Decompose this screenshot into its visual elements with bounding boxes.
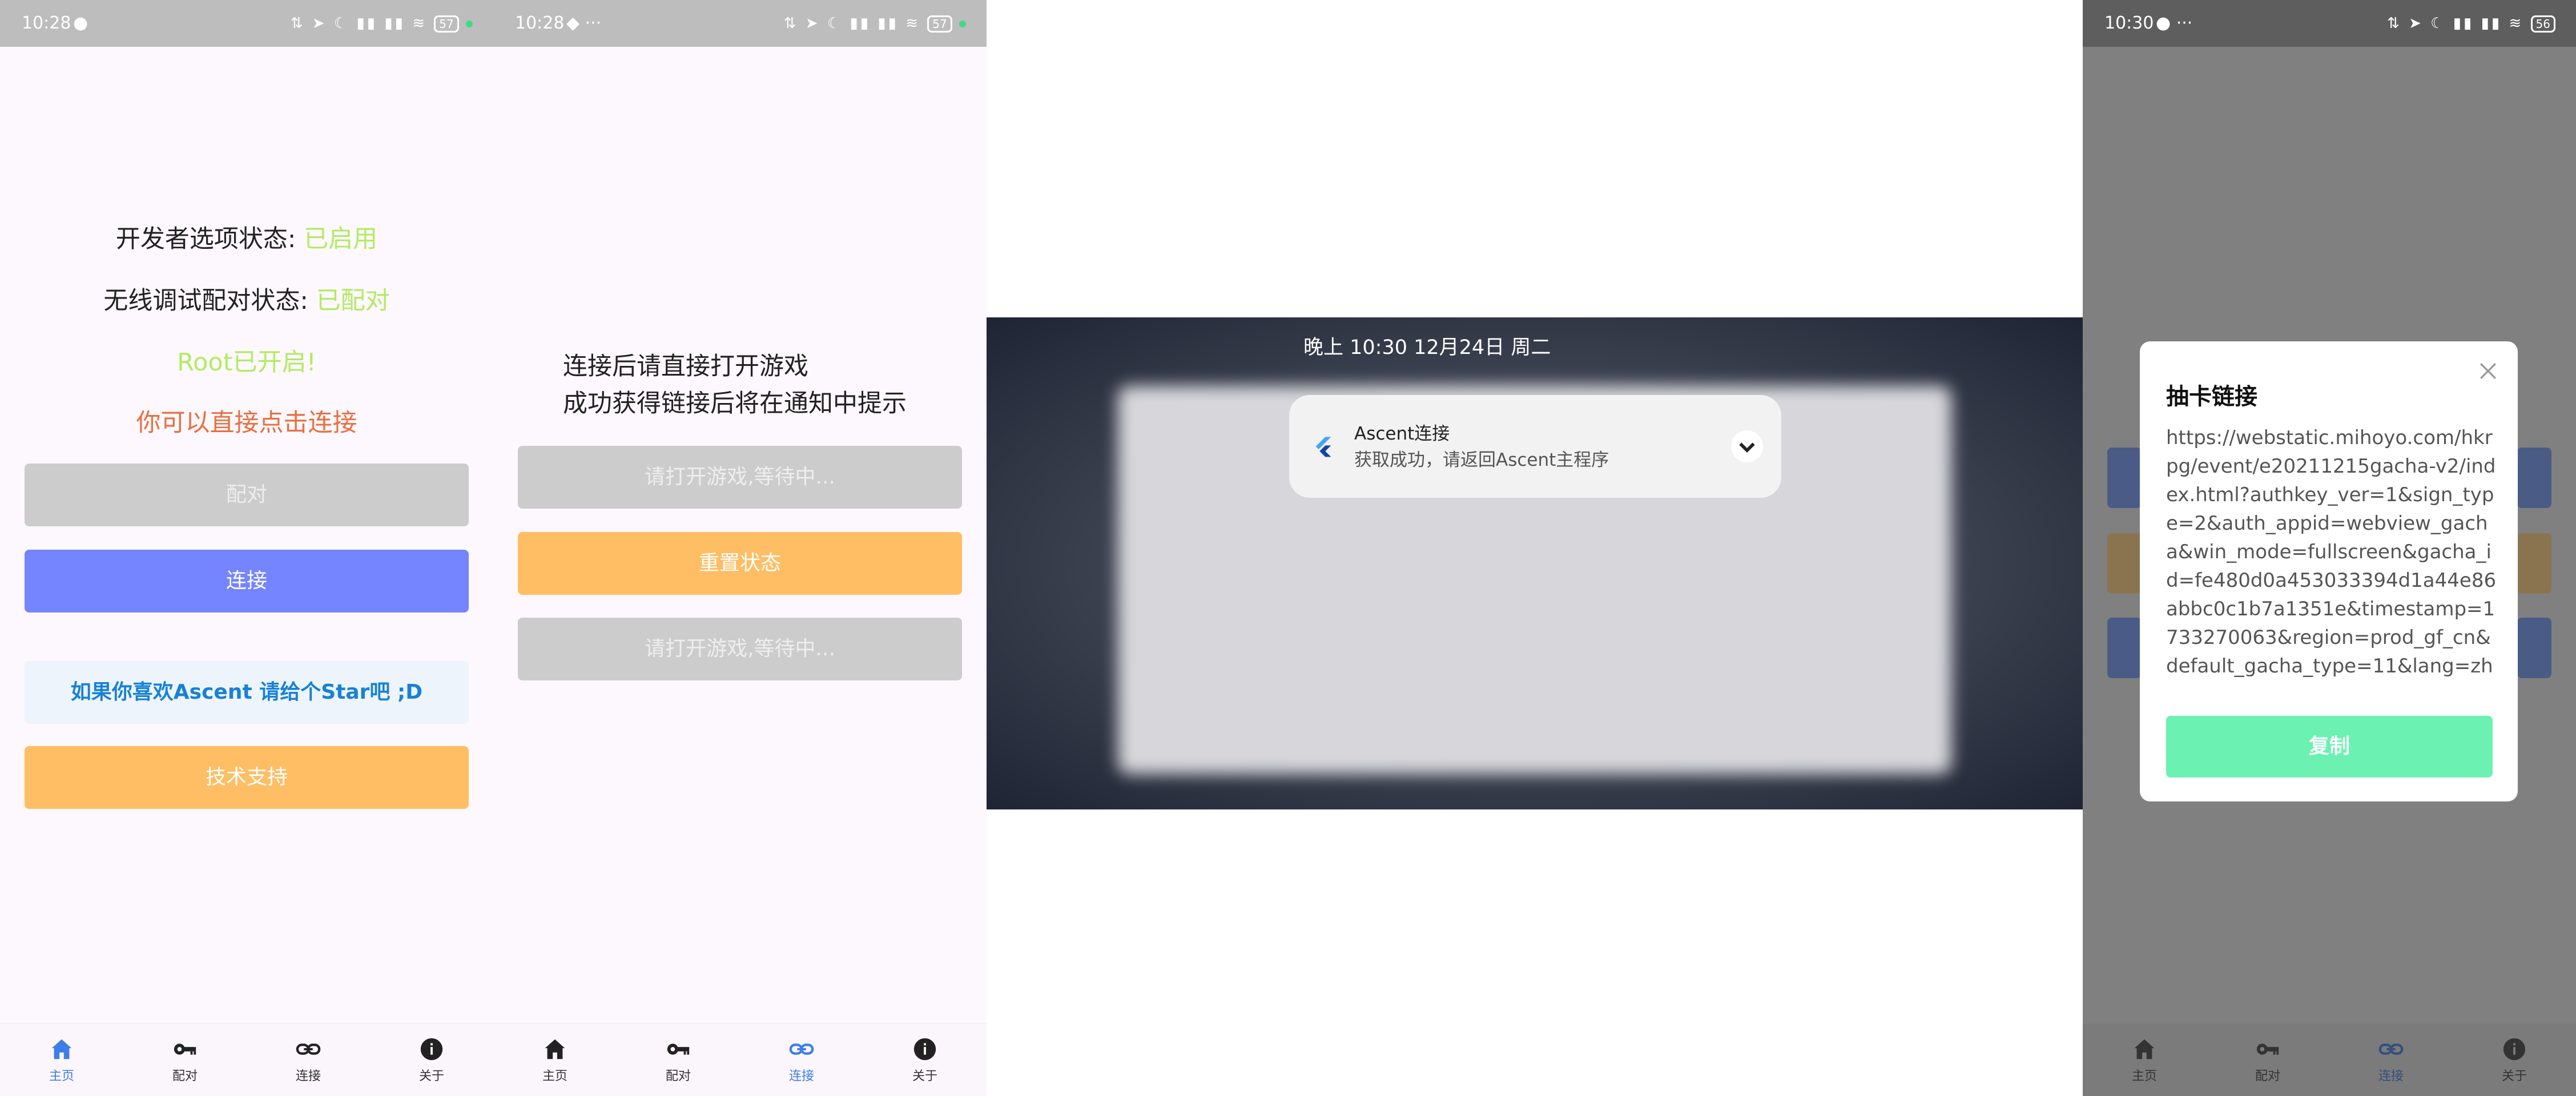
nav-pair-label: 配对 (665, 1069, 691, 1083)
copy-button[interactable]: 复制 (2166, 716, 2493, 777)
qq-icon: ● (73, 13, 88, 33)
status-bar: 10:28 ● ⇅ ➤ ☾ ▮▮ ▮▮ ≋ 57 (0, 0, 493, 47)
key-icon (174, 1043, 196, 1055)
connect-button[interactable]: 连接 (25, 550, 469, 613)
privacy-dot-icon (959, 20, 966, 27)
link-icon (296, 1043, 321, 1055)
link-icon (2378, 1043, 2404, 1055)
nav-pair[interactable]: 配对 (2206, 1024, 2329, 1096)
system-status-icons: ⇅ ➤ ☾ ▮▮ ▮▮ ≋ 57 (784, 0, 966, 47)
lockscreen: 晚上 10:30 12月24日 周二 Ascent连接 获取成功，请返回Asce… (987, 317, 2083, 809)
background-button (2517, 448, 2551, 508)
dev-options-value: 已启用 (304, 225, 378, 253)
wireless-value: 已配对 (316, 287, 390, 315)
nav-connect[interactable]: 连接 (2329, 1024, 2453, 1096)
lock-datetime: 晚上 10:30 12月24日 周二 (1303, 336, 1551, 359)
nav-connect[interactable]: 连接 (740, 1024, 863, 1096)
nav-about-label: 关于 (2501, 1069, 2527, 1083)
gacha-link-dialog: 抽卡链接 https://webstatic.mihoyo.com/hkrpg/… (2140, 341, 2518, 801)
dev-options-label: 开发者选项状态: (115, 225, 304, 253)
link-icon (789, 1043, 814, 1055)
home-icon (51, 1039, 72, 1059)
key-icon (2256, 1043, 2279, 1055)
root-status: Root已开启! (177, 348, 316, 377)
nav-pair[interactable]: 配对 (617, 1024, 740, 1096)
notification-body: 获取成功，请返回Ascent主程序 (1354, 450, 1609, 470)
more-notifications: ··· (2176, 13, 2193, 33)
nav-home[interactable]: 主页 (493, 1024, 617, 1096)
nav-home-label: 主页 (49, 1069, 74, 1083)
notification-title: Ascent连接 (1354, 424, 1450, 444)
info-icon (2503, 1038, 2526, 1061)
bottom-nav: 主页 配对 连接 关于 (493, 1023, 987, 1096)
instruction-line-1: 连接后请直接打开游戏 (563, 352, 808, 381)
nav-pair-label: 配对 (172, 1069, 198, 1083)
screen-gacha-dialog: 10:30 ● ··· ⇅ ➤ ☾ ▮▮ ▮▮ ≋ 56 抽卡链接 https:… (2083, 0, 2576, 1096)
status-bar: 10:30 ● ··· ⇅ ➤ ☾ ▮▮ ▮▮ ≋ 56 (2083, 0, 2576, 47)
key-icon (667, 1043, 690, 1055)
more-notifications: ··· (585, 13, 602, 33)
notification-card[interactable]: Ascent连接 获取成功，请返回Ascent主程序 (1289, 395, 1781, 498)
background-button (2517, 618, 2551, 678)
dialog-title: 抽卡链接 (2166, 384, 2257, 410)
star-button[interactable]: 如果你喜欢Ascent 请给个Star吧 ;D (25, 661, 469, 724)
battery-icon: 57 (434, 15, 459, 33)
screen-notification: 晚上 10:30 12月24日 周二 Ascent连接 获取成功，请返回Asce… (987, 0, 2083, 1096)
background-button (2107, 448, 2142, 508)
privacy-dot-icon (466, 20, 473, 27)
system-status-icons: ⇅ ➤ ☾ ▮▮ ▮▮ ≋ 57 (291, 0, 473, 47)
home-icon (545, 1039, 565, 1059)
nav-about[interactable]: 关于 (863, 1024, 987, 1096)
notification-icons: ● ··· (2156, 13, 2193, 33)
wireless-debug-status: 无线调试配对状态: 已配对 (0, 281, 493, 316)
system-status-icons: ⇅ ➤ ☾ ▮▮ ▮▮ ≋ 56 (2387, 0, 2555, 47)
background-button (2517, 533, 2551, 594)
nav-connect-label: 连接 (295, 1069, 321, 1083)
connect-hint: 你可以直接点击连接 (136, 409, 357, 437)
notification-icons: ◆ ··· (566, 13, 602, 33)
screen-connect: 10:28 ◆ ··· ⇅ ➤ ☾ ▮▮ ▮▮ ≋ 57 连接后请直接打开游戏 … (493, 0, 987, 1096)
nav-about[interactable]: 关于 (370, 1024, 493, 1096)
support-button[interactable]: 技术支持 (25, 746, 469, 809)
nav-pair[interactable]: 配对 (123, 1024, 247, 1096)
background-button (2107, 533, 2142, 594)
gacha-url-text[interactable]: https://webstatic.mihoyo.com/hkrpg/event… (2166, 424, 2497, 686)
wireless-label: 无线调试配对状态: (103, 287, 316, 315)
status-time: 10:28 (22, 13, 71, 33)
waiting-button-1[interactable]: 请打开游戏,等待中... (518, 446, 962, 509)
close-icon[interactable] (2476, 358, 2501, 384)
nav-connect[interactable]: 连接 (247, 1024, 370, 1096)
nav-home[interactable]: 主页 (2083, 1024, 2206, 1096)
battery-icon: 57 (927, 15, 952, 33)
info-icon (420, 1038, 443, 1061)
nav-connect-label: 连接 (2378, 1069, 2404, 1083)
reset-button[interactable]: 重置状态 (518, 532, 962, 595)
chevron-down-icon (1739, 442, 1755, 453)
nav-home[interactable]: 主页 (0, 1024, 123, 1096)
nav-about-label: 关于 (418, 1069, 444, 1083)
instruction-line-2: 成功获得链接后将在通知中提示 (563, 389, 907, 418)
nav-about[interactable]: 关于 (2453, 1024, 2576, 1096)
flutter-icon (1315, 437, 1331, 457)
dev-options-status: 开发者选项状态: 已启用 (0, 219, 493, 255)
bottom-nav: 主页 配对 连接 关于 (0, 1023, 493, 1096)
instructions: 连接后请直接打开游戏 成功获得链接后将在通知中提示 (563, 348, 907, 422)
expand-button[interactable] (1731, 430, 1763, 462)
home-icon (2134, 1039, 2155, 1059)
nav-about-label: 关于 (912, 1069, 937, 1083)
battery-icon: 56 (2530, 15, 2555, 33)
status-time: 10:28 (515, 13, 565, 33)
pair-button[interactable]: 配对 (25, 464, 469, 526)
screen-home: 10:28 ● ⇅ ➤ ☾ ▮▮ ▮▮ ≋ 57 开发者选项状态: 已启用 无线… (0, 0, 493, 1096)
nav-connect-label: 连接 (788, 1069, 814, 1083)
info-icon (913, 1038, 936, 1061)
background-button (2107, 618, 2142, 678)
status-bar: 10:28 ◆ ··· ⇅ ➤ ☾ ▮▮ ▮▮ ≋ 57 (493, 0, 987, 47)
status-time: 10:30 (2104, 13, 2154, 33)
nav-home-label: 主页 (542, 1069, 567, 1083)
nav-pair-label: 配对 (2255, 1069, 2280, 1083)
nav-home-label: 主页 (2131, 1069, 2157, 1083)
waiting-button-2[interactable]: 请打开游戏,等待中... (518, 618, 962, 680)
bottom-nav: 主页 配对 连接 关于 (2083, 1024, 2576, 1096)
